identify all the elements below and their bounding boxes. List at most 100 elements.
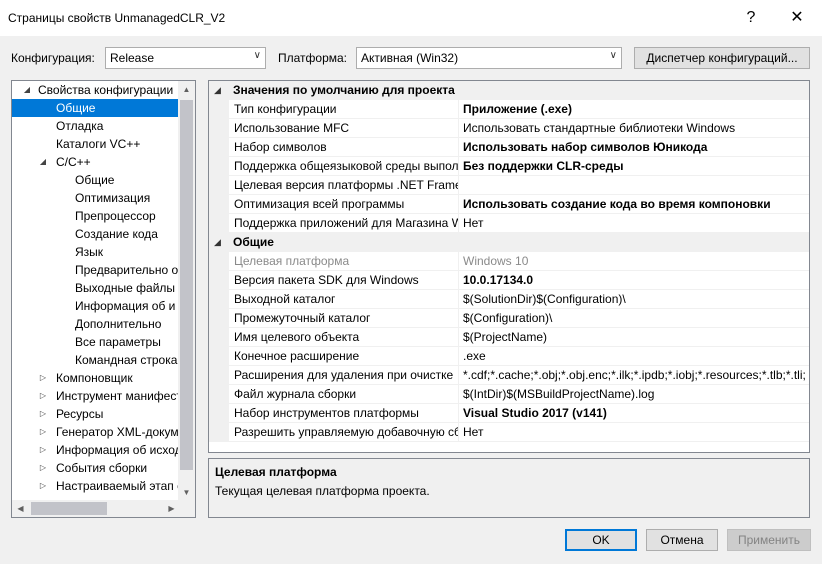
property-row[interactable]: Имя целевого объекта $(ProjectName) — [209, 328, 809, 347]
row-margin — [209, 423, 229, 442]
property-row[interactable]: Оптимизация всей программы Использовать с… — [209, 195, 809, 214]
tree-item-label: Ресурсы — [56, 407, 104, 421]
tree-item[interactable]: Создание кода — [12, 225, 180, 243]
property-value[interactable]: Приложение (.exe) — [459, 100, 809, 119]
property-row[interactable]: Конечное расширение .exe — [209, 347, 809, 366]
tree-horizontal-scroll-thumb[interactable] — [31, 502, 107, 515]
property-value[interactable]: Windows 10 — [459, 252, 809, 271]
row-margin — [209, 119, 229, 138]
property-row[interactable]: Поддержка общеязыковой среды выпол Без по… — [209, 157, 809, 176]
help-button[interactable]: ? — [738, 6, 764, 30]
tree-item[interactable]: Командная строка — [12, 351, 180, 369]
tree-item[interactable]: Предварительно о — [12, 261, 180, 279]
tree-item-label: Свойства конфигурации — [38, 83, 174, 97]
configuration-combo[interactable]: Release ∨ — [105, 47, 266, 69]
property-row[interactable]: Целевая версия платформы .NET Framew — [209, 176, 809, 195]
tree-item[interactable]: ▷ Информация об исход — [12, 441, 180, 459]
property-row[interactable]: Файл журнала сборки $(IntDir)$(MSBuildPro… — [209, 385, 809, 404]
property-value[interactable]: .exe — [459, 347, 809, 366]
expand-arrow-icon[interactable]: ▷ — [38, 369, 48, 387]
tree-item-label: Информация об исход — [56, 443, 180, 457]
tree-item[interactable]: Общие — [12, 171, 180, 189]
property-row[interactable]: Тип конфигурации Приложение (.exe) — [209, 100, 809, 119]
property-value[interactable] — [459, 176, 809, 195]
tree-item[interactable]: ▷ Ресурсы — [12, 405, 180, 423]
property-row[interactable]: Расширения для удаления при очистке *.cdf… — [209, 366, 809, 385]
tree-vertical-scrollbar[interactable]: ▲ ▼ — [178, 81, 195, 501]
platform-value: Активная (Win32) — [361, 51, 459, 65]
collapse-arrow-icon[interactable]: ◢ — [22, 81, 32, 99]
tree-item[interactable]: ▷ Инструмент манифест — [12, 387, 180, 405]
property-category[interactable]: ◢ Значения по умолчанию для проекта — [209, 81, 809, 100]
tree-item-label: Создание кода — [75, 227, 158, 241]
property-value[interactable]: $(ProjectName) — [459, 328, 809, 347]
tree-item[interactable]: Все параметры — [12, 333, 180, 351]
property-pages-tree[interactable]: ◢ Свойства конфигурации Общие Отладка Катало… — [11, 80, 196, 518]
expand-arrow-icon[interactable]: ▷ — [38, 441, 48, 459]
collapse-arrow-icon[interactable]: ◢ — [38, 153, 48, 171]
property-value[interactable]: Без поддержки CLR-среды — [459, 157, 809, 176]
tree-item[interactable]: Общие — [12, 99, 180, 117]
close-button[interactable]: ✕ — [784, 6, 810, 30]
property-value[interactable]: Использовать создание кода во время комп… — [459, 195, 809, 214]
tree-item[interactable]: Выходные файлы — [12, 279, 180, 297]
property-value[interactable]: $(IntDir)$(MSBuildProjectName).log — [459, 385, 809, 404]
expand-arrow-icon[interactable]: ▷ — [38, 477, 48, 495]
tree-horizontal-scrollbar[interactable]: ◀ ▶ — [12, 500, 180, 517]
scroll-left-icon[interactable]: ◀ — [12, 500, 29, 517]
tree-item[interactable]: ▷ Настраиваемый этап с — [12, 477, 180, 495]
property-value[interactable]: Использовать стандартные библиотеки Wind… — [459, 119, 809, 138]
property-row[interactable]: Использование MFC Использовать стандартны… — [209, 119, 809, 138]
property-row[interactable]: Версия пакета SDK для Windows 10.0.17134.… — [209, 271, 809, 290]
scroll-down-icon[interactable]: ▼ — [178, 484, 195, 501]
property-value[interactable]: 10.0.17134.0 — [459, 271, 809, 290]
tree-item[interactable]: ▷ События сборки — [12, 459, 180, 477]
property-row[interactable]: Выходной каталог $(SolutionDir)$(Configur… — [209, 290, 809, 309]
expand-arrow-icon[interactable]: ▷ — [38, 405, 48, 423]
tree-item[interactable]: Язык — [12, 243, 180, 261]
property-row[interactable]: Набор инструментов платформы Visual Studi… — [209, 404, 809, 423]
property-name: Целевая платформа — [229, 252, 459, 271]
property-category[interactable]: ◢ Общие — [209, 233, 809, 252]
property-row[interactable]: Поддержка приложений для Магазина W Нет — [209, 214, 809, 233]
property-value[interactable]: Нет — [459, 423, 809, 442]
property-value[interactable]: Нет — [459, 214, 809, 233]
tree-item[interactable]: Оптимизация — [12, 189, 180, 207]
tree-item[interactable]: ▷ Генератор XML-докум — [12, 423, 180, 441]
property-value[interactable]: Visual Studio 2017 (v141) — [459, 404, 809, 423]
configuration-manager-button[interactable]: Диспетчер конфигураций... — [634, 47, 810, 69]
property-row[interactable]: Промежуточный каталог $(Configuration)\ — [209, 309, 809, 328]
tree-vertical-scroll-thumb[interactable] — [180, 100, 193, 470]
tree-item[interactable]: Отладка — [12, 117, 180, 135]
title-bar: Страницы свойств UnmanagedCLR_V2 ? ✕ — [0, 0, 822, 36]
property-row[interactable]: Разрешить управляемую добавочную сб Нет — [209, 423, 809, 442]
apply-button[interactable]: Применить — [727, 529, 811, 551]
scroll-up-icon[interactable]: ▲ — [178, 81, 195, 98]
property-row[interactable]: Целевая платформа Windows 10 — [209, 252, 809, 271]
platform-label: Платформа: — [278, 51, 348, 65]
expand-arrow-icon[interactable]: ▷ — [38, 459, 48, 477]
property-value[interactable]: $(SolutionDir)$(Configuration)\ — [459, 290, 809, 309]
collapse-arrow-icon[interactable]: ◢ — [214, 81, 221, 99]
collapse-arrow-icon[interactable]: ◢ — [214, 233, 221, 251]
tree-item[interactable]: Каталоги VC++ — [12, 135, 180, 153]
property-grid[interactable]: ◢ Значения по умолчанию для проекта Тип ко… — [208, 80, 810, 453]
expand-arrow-icon[interactable]: ▷ — [38, 423, 48, 441]
property-value[interactable]: *.cdf;*.cache;*.obj;*.obj.enc;*.ilk;*.ip… — [459, 366, 809, 385]
platform-combo[interactable]: Активная (Win32) ∨ — [356, 47, 622, 69]
tree-item[interactable]: ◢ C/C++ — [12, 153, 180, 171]
tree-item[interactable]: Препроцессор — [12, 207, 180, 225]
expand-arrow-icon[interactable]: ▷ — [38, 387, 48, 405]
property-row[interactable]: Набор символов Использовать набор символо… — [209, 138, 809, 157]
tree-item[interactable]: Дополнительно — [12, 315, 180, 333]
cancel-button[interactable]: Отмена — [646, 529, 718, 551]
property-value[interactable]: $(Configuration)\ — [459, 309, 809, 328]
tree-item-label: Язык — [75, 245, 104, 259]
property-name: Целевая версия платформы .NET Framew — [229, 176, 459, 195]
property-value[interactable]: Использовать набор символов Юникода — [459, 138, 809, 157]
ok-button[interactable]: OK — [565, 529, 637, 551]
tree-item[interactable]: Информация об и — [12, 297, 180, 315]
tree-item-label: Оптимизация — [75, 191, 151, 205]
tree-item[interactable]: ◢ Свойства конфигурации — [12, 81, 180, 99]
tree-item[interactable]: ▷ Компоновщик — [12, 369, 180, 387]
